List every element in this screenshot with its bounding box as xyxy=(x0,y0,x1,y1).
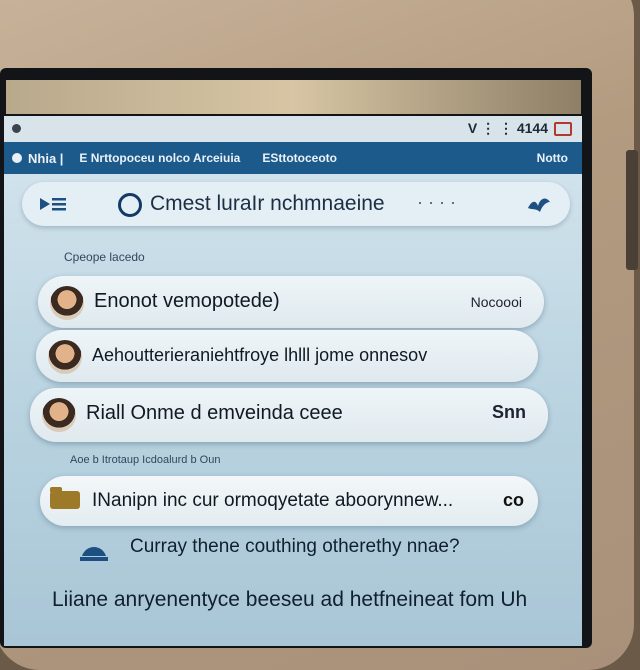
bird-icon[interactable] xyxy=(526,194,552,214)
avatar xyxy=(48,340,82,374)
chat-item[interactable]: Riall Onme d emveinda ceee Snn xyxy=(30,388,548,442)
logo-icon xyxy=(80,547,108,561)
footer-line-1: Curray thene couthing otherethy nnae? xyxy=(130,536,460,557)
header-tab-1[interactable]: E Nrttopoceu nolco Arceiuia xyxy=(79,151,240,165)
menu-icon[interactable] xyxy=(38,196,68,212)
avatar xyxy=(42,398,76,432)
avatar xyxy=(50,286,84,320)
section-label-recent: Cpeope lacedo xyxy=(64,250,145,264)
notification-text: INanipn inc cur ormoqyetate aboorynnew..… xyxy=(92,490,454,511)
chat-meta: Nocoooi xyxy=(470,294,522,310)
app-title: Nhia | xyxy=(28,150,64,166)
chat-name: Aehoutterieraniehtfroye lhlll jome onnes… xyxy=(92,345,428,365)
chat-meta: Snn xyxy=(492,402,526,422)
side-button xyxy=(626,150,638,270)
search-input[interactable]: Cmest luraIr nchmnaeine xyxy=(150,192,385,216)
folder-icon xyxy=(50,487,80,509)
header-tab-2[interactable]: ESttotoceoto xyxy=(262,151,337,165)
phone-screen: V ⋮ ⋮ 4144 Nhia | E Nrttopoceu nolco Arc… xyxy=(4,116,582,646)
status-bar: V ⋮ ⋮ 4144 xyxy=(4,116,582,142)
chat-name: Enonot vemopotede) xyxy=(94,290,280,312)
section-label-notifications: Aoe b Itrotaup Icdoalurd b Oun xyxy=(70,454,221,466)
header-action[interactable]: Notto xyxy=(537,151,568,165)
app-header: Nhia | E Nrttopoceu nolco Arceiuia EStto… xyxy=(4,142,582,174)
search-icon xyxy=(118,193,142,217)
notification-item[interactable]: INanipn inc cur ormoqyetate aboorynnew..… xyxy=(40,476,538,526)
status-text: V ⋮ ⋮ 4144 xyxy=(467,120,548,136)
status-indicators: V ⋮ ⋮ 4144 xyxy=(468,120,572,137)
chat-name: Riall Onme d emveinda ceee xyxy=(86,402,343,424)
app-logo-icon xyxy=(12,153,22,163)
battery-icon xyxy=(554,121,572,136)
search-bar[interactable]: Cmest luraIr nchmnaeine · · · · xyxy=(22,182,570,226)
notification-meta: co xyxy=(502,490,524,510)
footer-line-2: Liiane anryenentyce beeseu ad hetfneinea… xyxy=(52,588,528,611)
screen-glare xyxy=(6,80,581,114)
camera-dot-icon xyxy=(12,124,21,133)
search-ellipsis: · · · · xyxy=(417,192,456,212)
chat-item[interactable]: Enonot vemopotede) Nocoooi xyxy=(38,276,544,328)
chat-item[interactable]: Aehoutterieraniehtfroye lhlll jome onnes… xyxy=(36,330,538,382)
